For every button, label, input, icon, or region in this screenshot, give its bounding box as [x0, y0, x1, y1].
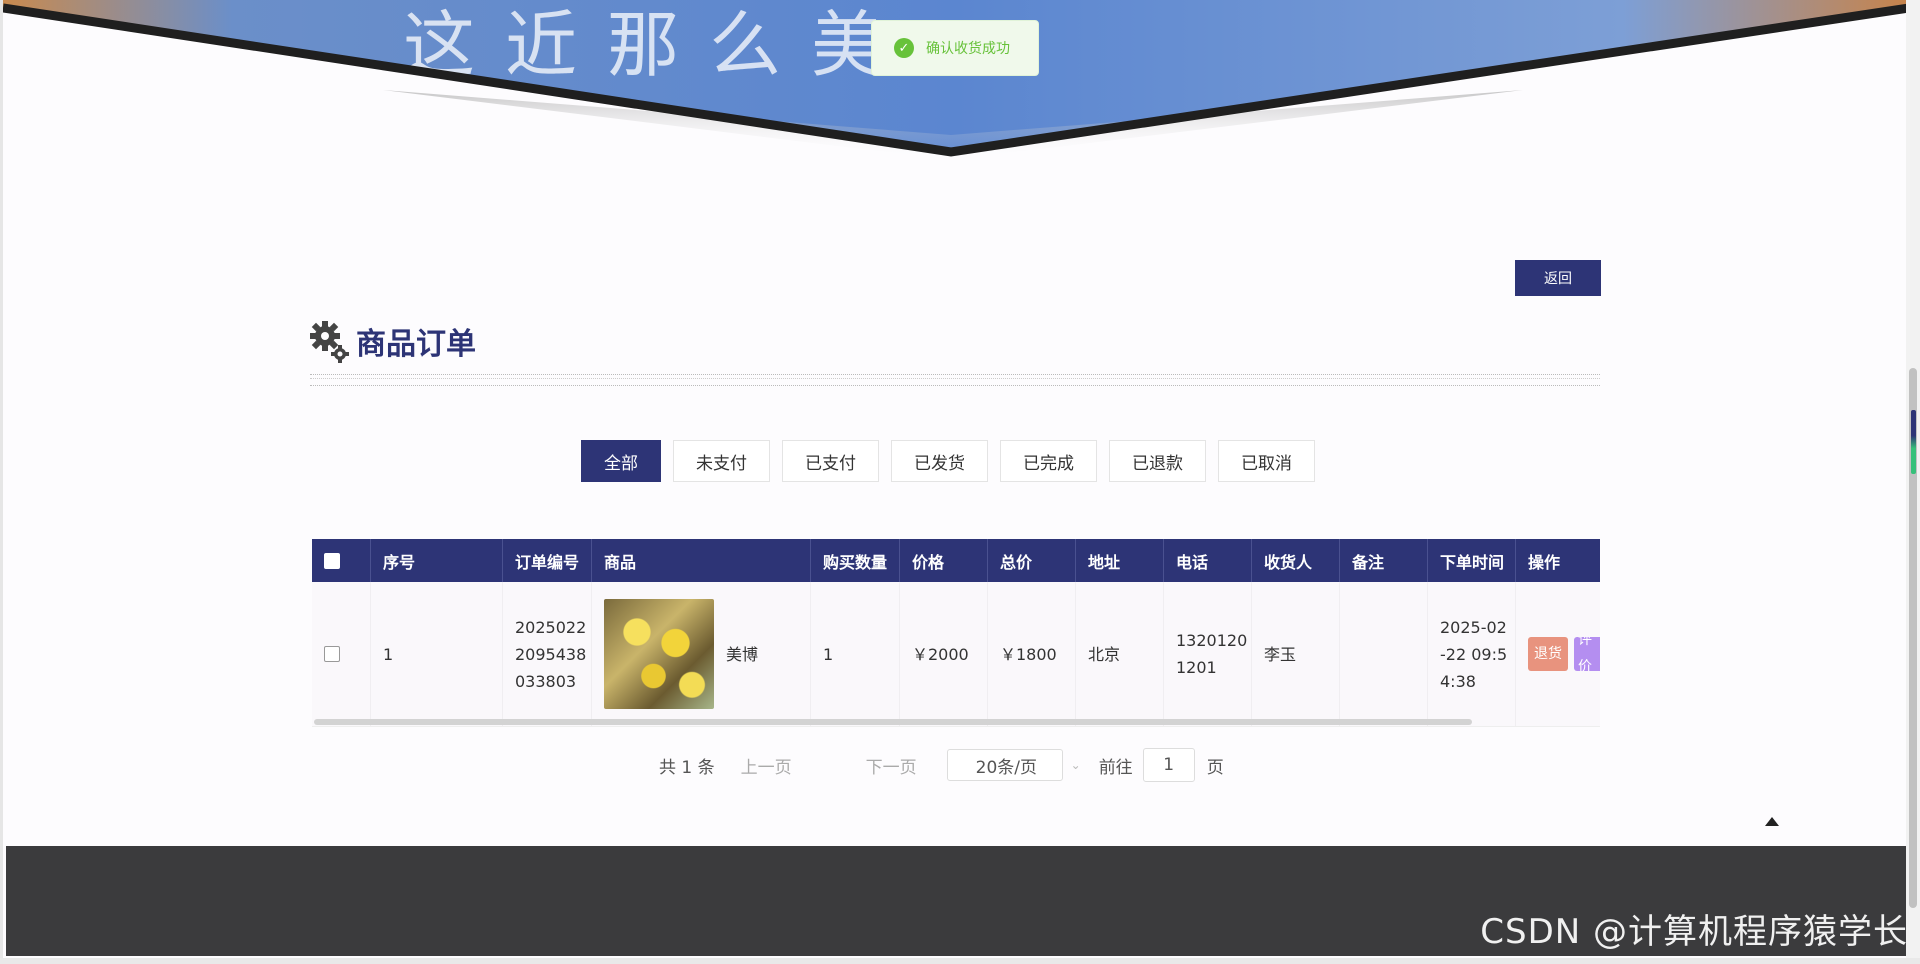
page-size-select[interactable]: 20条/页 — [946, 749, 1063, 781]
tab-unpaid[interactable]: 未支付 — [673, 440, 770, 482]
time-line: 4:38 — [1440, 671, 1476, 691]
return-button[interactable]: 退货 — [1528, 637, 1568, 671]
page-suffix: 页 — [1206, 757, 1224, 778]
orders-table: 序号 订单编号 商品 购买数量 价格 总价 地址 电话 收货人 备注 下单时间 … — [312, 539, 1600, 727]
scroll-indicator — [1911, 410, 1916, 474]
prev-page-button[interactable]: 上一页 — [741, 753, 792, 778]
page-frame: 这近那么美 ✓ 确认收货成功 返回 商品订单 全部 未支付 已支付 已发货 已完… — [0, 0, 1910, 958]
tab-completed[interactable]: 已完成 — [1000, 440, 1097, 482]
product-name: 美博 — [726, 644, 759, 664]
goto-label: 前往 — [1098, 757, 1133, 778]
cell-phone: 1320120 1201 — [1164, 582, 1252, 726]
col-remark: 备注 — [1340, 539, 1428, 582]
col-order-time: 下单时间 — [1428, 539, 1516, 582]
chevron-down-icon[interactable]: ⌄ — [1071, 758, 1081, 772]
phone-line: 1201 — [1176, 658, 1217, 677]
watermark: CSDN @计算机程序猿学长 — [1480, 912, 1908, 952]
tab-refunded[interactable]: 已退款 — [1109, 440, 1206, 482]
tab-cancelled[interactable]: 已取消 — [1218, 440, 1315, 482]
cell-total: ￥1800 — [988, 582, 1076, 726]
col-receiver: 收货人 — [1252, 539, 1340, 582]
select-all-cell — [312, 539, 371, 582]
table-header: 序号 订单编号 商品 购买数量 价格 总价 地址 电话 收货人 备注 下单时间 … — [312, 539, 1600, 582]
order-no-line: 033803 — [515, 671, 577, 691]
col-index: 序号 — [371, 539, 503, 582]
cell-index: 1 — [371, 582, 503, 726]
vertical-scrollbar[interactable] — [1906, 0, 1920, 958]
window-bottom-edge — [0, 958, 1920, 964]
section-header: 商品订单 — [310, 318, 476, 364]
table-row: 1 2025022 2095438 033803 美博 1 ￥2000 ￥180… — [312, 582, 1600, 727]
col-quantity: 购买数量 — [811, 539, 900, 582]
order-no-line: 2025022 — [515, 617, 587, 637]
col-product: 商品 — [592, 539, 811, 582]
cell-product: 美博 — [592, 582, 811, 726]
total-count: 共 1 条 — [659, 757, 715, 778]
cell-price: ￥2000 — [900, 582, 988, 726]
page-number-input[interactable]: 1 — [1142, 748, 1195, 782]
page-title: 商品订单 — [356, 327, 476, 362]
cell-address: 北京 — [1076, 582, 1164, 726]
tab-all[interactable]: 全部 — [581, 440, 661, 482]
success-toast: ✓ 确认收货成功 — [871, 20, 1039, 76]
row-checkbox[interactable] — [324, 646, 340, 662]
tab-paid[interactable]: 已支付 — [782, 440, 879, 482]
col-address: 地址 — [1076, 539, 1164, 582]
cell-remark — [1340, 582, 1428, 726]
cell-order-no: 2025022 2095438 033803 — [503, 582, 592, 726]
col-price: 价格 — [900, 539, 988, 582]
horizontal-scrollbar[interactable] — [314, 719, 1472, 725]
gear-icon — [310, 318, 350, 364]
review-button[interactable]: 评价 — [1574, 637, 1600, 671]
tab-shipped[interactable]: 已发货 — [891, 440, 988, 482]
col-total: 总价 — [988, 539, 1076, 582]
toast-message: 确认收货成功 — [926, 41, 1010, 57]
time-line: -22 09:5 — [1440, 644, 1508, 664]
check-circle-icon: ✓ — [894, 38, 914, 58]
cell-actions: 退货 评价 — [1516, 582, 1600, 726]
cell-quantity: 1 — [811, 582, 900, 726]
banner-text: 这近那么美 — [403, 3, 913, 87]
page-size-value: 20条/页 — [975, 757, 1037, 778]
cell-receiver: 李玉 — [1252, 582, 1340, 726]
product-image[interactable] — [604, 599, 714, 709]
next-page-button[interactable]: 下一页 — [866, 753, 917, 778]
time-line: 2025-02 — [1440, 617, 1507, 637]
pagination: 共 1 条 上一页 下一页 20条/页 ⌄ 前往 1 页 — [659, 748, 1224, 782]
title-divider — [310, 374, 1600, 386]
order-no-line: 2095438 — [515, 644, 587, 664]
phone-line: 1320120 — [1176, 631, 1248, 650]
row-select-cell — [312, 582, 371, 726]
status-tabs: 全部 未支付 已支付 已发货 已完成 已退款 已取消 — [581, 440, 1315, 482]
col-order-no: 订单编号 — [503, 539, 592, 582]
col-actions: 操作 — [1528, 552, 1561, 572]
cell-order-time: 2025-02 -22 09:5 4:38 — [1428, 582, 1516, 726]
col-phone: 电话 — [1164, 539, 1252, 582]
back-button[interactable]: 返回 — [1515, 260, 1601, 296]
select-all-checkbox[interactable] — [324, 552, 340, 569]
back-to-top-icon[interactable] — [1765, 817, 1779, 826]
